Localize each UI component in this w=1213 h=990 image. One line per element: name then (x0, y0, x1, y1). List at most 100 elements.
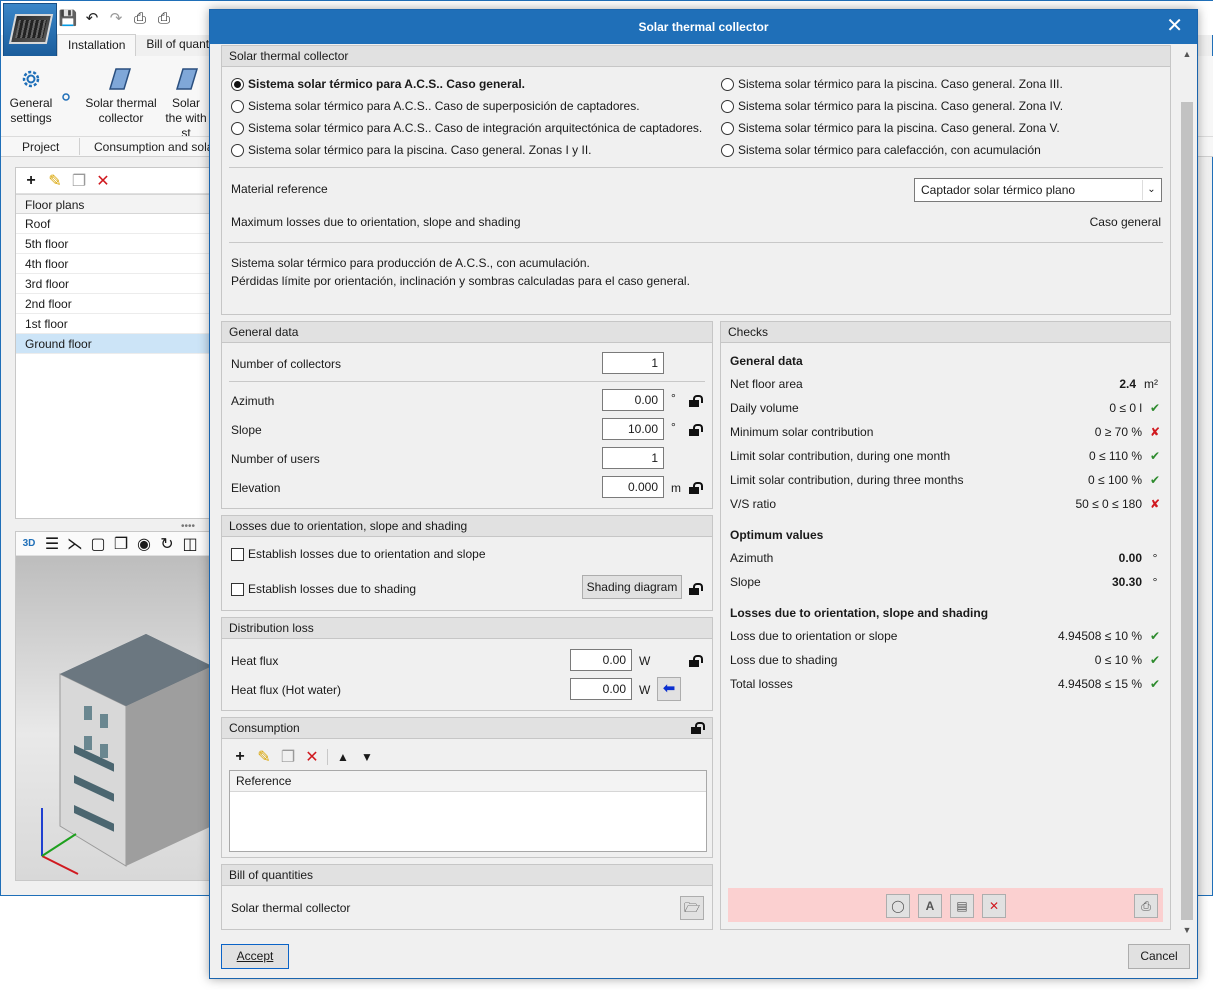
vertical-scrollbar[interactable]: ▲ ▼ (1179, 46, 1195, 938)
solar-collector-button[interactable]: Solar thermal collector (85, 62, 157, 126)
option-pool-zone-3[interactable]: Sistema solar térmico para la piscina. C… (721, 77, 1063, 91)
dialog-title-bar: Solar thermal collector ✕ (210, 10, 1197, 44)
material-reference-select[interactable]: Captador solar térmico plano ⌄ (914, 178, 1162, 202)
radio[interactable] (721, 99, 734, 113)
option-pool-zone-5[interactable]: Sistema solar térmico para la piscina. C… (721, 121, 1060, 135)
cube-icon[interactable]: ▢ (89, 534, 107, 554)
edit-pencil-icon[interactable]: ✎ (255, 747, 273, 767)
delete-icon[interactable]: ✕ (303, 747, 321, 767)
cube-view-icon[interactable]: ❐ (112, 534, 130, 554)
gear-icon (7, 62, 55, 96)
add-icon[interactable]: + (231, 748, 249, 766)
check-pass-icon: ✔ (1149, 401, 1161, 415)
floor-plan-row[interactable]: 5th floor (16, 234, 214, 254)
chart-icon[interactable]: ▤ (950, 894, 974, 918)
check-fail-icon: ✘ (1149, 497, 1161, 511)
option-acs-integration[interactable]: Sistema solar térmico para A.C.S.. Caso … (231, 121, 702, 135)
orientation-losses-checkbox[interactable]: Establish losses due to orientation and … (231, 547, 486, 561)
radio[interactable] (721, 143, 734, 157)
font-icon[interactable]: A (918, 894, 942, 918)
slope-unit: ° (671, 420, 676, 434)
solar-with-storage-button[interactable]: Solar the with st (163, 62, 209, 141)
cancel-button[interactable]: Cancel (1128, 944, 1190, 969)
delete-icon[interactable]: ✕ (982, 894, 1006, 918)
scroll-down-icon[interactable]: ▼ (1179, 922, 1195, 938)
radio[interactable] (721, 121, 734, 135)
collectors-input[interactable]: 1 (602, 352, 664, 374)
3d-viewport[interactable] (16, 556, 214, 880)
lock-icon[interactable] (688, 481, 703, 495)
lock-icon[interactable] (688, 654, 703, 668)
tab-installation[interactable]: Installation (57, 34, 137, 56)
option-pool-zone-4[interactable]: Sistema solar térmico para la piscina. C… (721, 99, 1063, 113)
floor-plan-row[interactable]: Roof (16, 214, 214, 234)
floor-plan-row[interactable]: 2nd floor (16, 294, 214, 314)
checkbox[interactable] (231, 582, 244, 596)
losses-title: Losses due to orientation, slope and sha… (222, 516, 712, 537)
option-acs-superposition[interactable]: Sistema solar térmico para A.C.S.. Caso … (231, 99, 640, 113)
edit-pencil-icon[interactable]: ✎ (46, 171, 64, 191)
close-icon[interactable]: ✕ (1166, 16, 1183, 36)
radio[interactable] (721, 77, 734, 91)
option-heating[interactable]: Sistema solar térmico para calefacción, … (721, 143, 1041, 157)
group-divider (79, 138, 80, 155)
radio-selected[interactable] (231, 77, 244, 91)
add-icon[interactable]: + (22, 172, 40, 190)
elevation-input[interactable]: 0.000 (602, 476, 664, 498)
lock-icon[interactable] (688, 423, 703, 437)
move-down-icon[interactable]: ▼ (358, 750, 376, 764)
floor-plan-row[interactable]: 1st floor (16, 314, 214, 334)
shading-diagram-button[interactable]: Shading diagram (582, 575, 682, 599)
heat-flux-input[interactable]: 0.00 (570, 649, 632, 671)
save-icon[interactable]: 💾 (59, 9, 78, 27)
copy-icon[interactable]: ❐ (70, 171, 88, 191)
undo-icon[interactable]: ↶ (83, 9, 101, 27)
checks-losses-title: Losses due to orientation, slope and sha… (730, 606, 989, 620)
copy-icon[interactable]: ❐ (279, 747, 297, 767)
print-icon[interactable]: ⎙ (131, 9, 149, 27)
chevron-down-icon[interactable]: ⌄ (1142, 180, 1160, 200)
rotate-icon[interactable]: ↻ (158, 534, 176, 554)
checks-general-title: General data (730, 354, 803, 368)
layers-icon[interactable]: ☰ (43, 534, 61, 554)
radio[interactable] (231, 121, 244, 135)
bill-edit-icon[interactable]: 🗁 (680, 896, 704, 920)
floor-plan-row[interactable]: 3rd floor (16, 274, 214, 294)
accept-button[interactable]: Accept (221, 944, 289, 969)
check-fail-icon: ✘ (1149, 425, 1161, 439)
print-preview-icon[interactable]: ⎙ (155, 9, 173, 27)
scroll-up-icon[interactable]: ▲ (1179, 46, 1195, 62)
lock-icon[interactable] (688, 394, 703, 408)
consumption-table[interactable]: Reference (229, 770, 707, 852)
eye-icon[interactable]: ◉ (135, 534, 153, 554)
azimuth-input[interactable]: 0.00 (602, 389, 664, 411)
shading-losses-checkbox[interactable]: Establish losses due to shading (231, 582, 416, 596)
checkbox[interactable] (231, 547, 244, 561)
users-input[interactable]: 1 (602, 447, 664, 469)
radio[interactable] (231, 143, 244, 157)
circle-icon[interactable]: ◯ (886, 894, 910, 918)
redo-icon[interactable]: ↷ (107, 9, 125, 27)
section-icon[interactable]: ◫ (181, 534, 199, 554)
reference-column-header[interactable]: Reference (230, 771, 706, 792)
print-report-icon[interactable]: ⎙ (1134, 894, 1158, 918)
lock-icon[interactable] (688, 582, 703, 596)
lock-icon[interactable] (690, 721, 705, 735)
axes-icon[interactable]: ⋋ (66, 534, 84, 554)
move-up-icon[interactable]: ▲ (334, 750, 352, 764)
vs-ratio-value: 50 ≤ 0 ≤ 180 (1075, 497, 1142, 511)
arrow-left-icon[interactable]: ⬅ (657, 677, 681, 701)
app-logo[interactable] (3, 3, 57, 57)
option-pool-zones-1-2[interactable]: Sistema solar térmico para la piscina. C… (231, 143, 591, 157)
general-settings-button[interactable]: General settings (7, 62, 55, 126)
hot-water-input[interactable]: 0.00 (570, 678, 632, 700)
radio[interactable] (231, 99, 244, 113)
slope-input[interactable]: 10.00 (602, 418, 664, 440)
delete-icon[interactable]: ✕ (94, 171, 112, 191)
floor-plan-row-selected[interactable]: Ground floor (16, 334, 214, 354)
scrollbar-thumb[interactable] (1181, 102, 1193, 920)
option-acs-general[interactable]: Sistema solar térmico para A.C.S.. Caso … (231, 77, 525, 91)
check-limit-three-months: Limit solar contribution, during three m… (730, 470, 1162, 490)
floor-plan-row[interactable]: 4th floor (16, 254, 214, 274)
view-3d-icon[interactable]: 3D (20, 538, 38, 549)
